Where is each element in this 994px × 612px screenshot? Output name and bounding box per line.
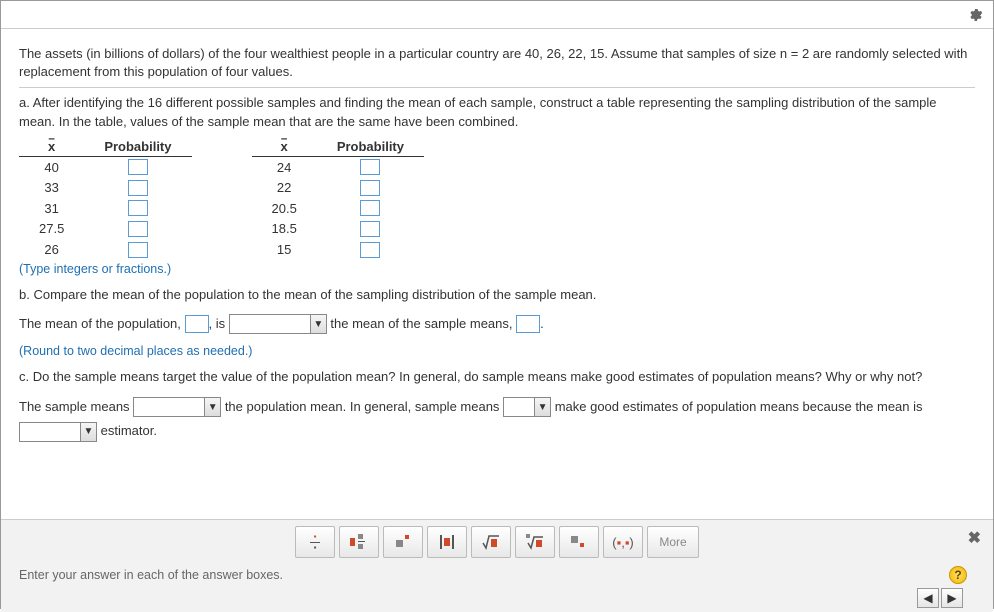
mixed-number-btn[interactable] bbox=[339, 526, 379, 558]
abs-btn[interactable] bbox=[427, 526, 467, 558]
subscript-btn[interactable] bbox=[559, 526, 599, 558]
col-prob: Probability bbox=[84, 137, 191, 157]
c-label-3: make good estimates of population means … bbox=[555, 399, 923, 414]
gear-icon[interactable] bbox=[967, 7, 983, 23]
c-select-1[interactable]: ▼ bbox=[133, 397, 221, 417]
next-button[interactable]: ▶ bbox=[941, 588, 963, 608]
dist-table-2: x Probability 24 22 20.5 18.5 15 bbox=[252, 137, 425, 260]
c-label-4: estimator. bbox=[101, 423, 157, 438]
t1-x-4: 26 bbox=[19, 239, 84, 260]
t1-p-3[interactable] bbox=[128, 221, 148, 237]
t2-x-1: 22 bbox=[252, 177, 317, 198]
t1-p-4[interactable] bbox=[128, 242, 148, 258]
t2-x-0: 24 bbox=[252, 156, 317, 177]
nthroot-btn[interactable] bbox=[515, 526, 555, 558]
t1-p-2[interactable] bbox=[128, 200, 148, 216]
distribution-tables: x Probability 40 33 31 27.5 26 x Probabi… bbox=[19, 137, 975, 260]
close-icon[interactable]: ✖ bbox=[968, 528, 981, 548]
comparison-select[interactable]: ▼ bbox=[229, 314, 327, 334]
window-header bbox=[1, 1, 993, 29]
t2-p-1[interactable] bbox=[360, 180, 380, 196]
t2-p-0[interactable] bbox=[360, 159, 380, 175]
c-select-2[interactable]: ▼ bbox=[503, 397, 551, 417]
col-xbar-2: x bbox=[252, 137, 317, 157]
part-b-answer-row: The mean of the population, , is ▼ the m… bbox=[19, 312, 975, 337]
intro-text: The assets (in billions of dollars) of t… bbox=[19, 45, 975, 81]
sqrt-btn[interactable] bbox=[471, 526, 511, 558]
hint-a: (Type integers or fractions.) bbox=[19, 262, 975, 276]
b-is: , is bbox=[209, 316, 226, 331]
t2-p-2[interactable] bbox=[360, 200, 380, 216]
footer-prompt: Enter your answer in each of the answer … bbox=[19, 568, 283, 582]
t1-p-0[interactable] bbox=[128, 159, 148, 175]
population-mean-input[interactable] bbox=[185, 315, 209, 333]
c-label-2: the population mean. In general, sample … bbox=[225, 399, 500, 414]
col-xbar: x bbox=[19, 137, 84, 157]
more-btn[interactable]: More bbox=[647, 526, 699, 558]
prev-button[interactable]: ◀ bbox=[917, 588, 939, 608]
c-label-1: The sample means bbox=[19, 399, 130, 414]
b-label-2: the mean of the sample means, bbox=[330, 316, 512, 331]
b-period: . bbox=[540, 316, 544, 331]
b-label-1: The mean of the population, bbox=[19, 316, 181, 331]
fraction-btn[interactable]: ▪▪ bbox=[295, 526, 335, 558]
hint-b: (Round to two decimal places as needed.) bbox=[19, 344, 975, 358]
problem-body: The assets (in billions of dollars) of t… bbox=[1, 29, 993, 519]
help-icon[interactable]: ? bbox=[949, 566, 967, 584]
c-select-3[interactable]: ▼ bbox=[19, 422, 97, 442]
t2-p-4[interactable] bbox=[360, 242, 380, 258]
part-b-text: b. Compare the mean of the population to… bbox=[19, 286, 975, 304]
part-c-text: c. Do the sample means target the value … bbox=[19, 368, 975, 386]
t1-p-1[interactable] bbox=[128, 180, 148, 196]
t2-x-4: 15 bbox=[252, 239, 317, 260]
part-c-answer-row: The sample means ▼ the population mean. … bbox=[19, 395, 975, 444]
col-prob-2: Probability bbox=[317, 137, 424, 157]
t1-x-1: 33 bbox=[19, 177, 84, 198]
nav-arrows: ◀ ▶ bbox=[19, 588, 975, 608]
sample-means-mean-input[interactable] bbox=[516, 315, 540, 333]
dist-table-1: x Probability 40 33 31 27.5 26 bbox=[19, 137, 192, 260]
t2-x-2: 20.5 bbox=[252, 198, 317, 219]
t1-x-3: 27.5 bbox=[19, 218, 84, 239]
math-toolbar: ▪▪ (▪,▪) More bbox=[19, 526, 975, 558]
interval-btn[interactable]: (▪,▪) bbox=[603, 526, 643, 558]
exponent-btn[interactable] bbox=[383, 526, 423, 558]
t1-x-2: 31 bbox=[19, 198, 84, 219]
t2-p-3[interactable] bbox=[360, 221, 380, 237]
math-toolbar-area: ✖ ▪▪ (▪,▪) More Enter your answer in eac… bbox=[1, 519, 993, 612]
t2-x-3: 18.5 bbox=[252, 218, 317, 239]
t1-x-0: 40 bbox=[19, 156, 84, 177]
part-a-text: a. After identifying the 16 different po… bbox=[19, 94, 975, 130]
